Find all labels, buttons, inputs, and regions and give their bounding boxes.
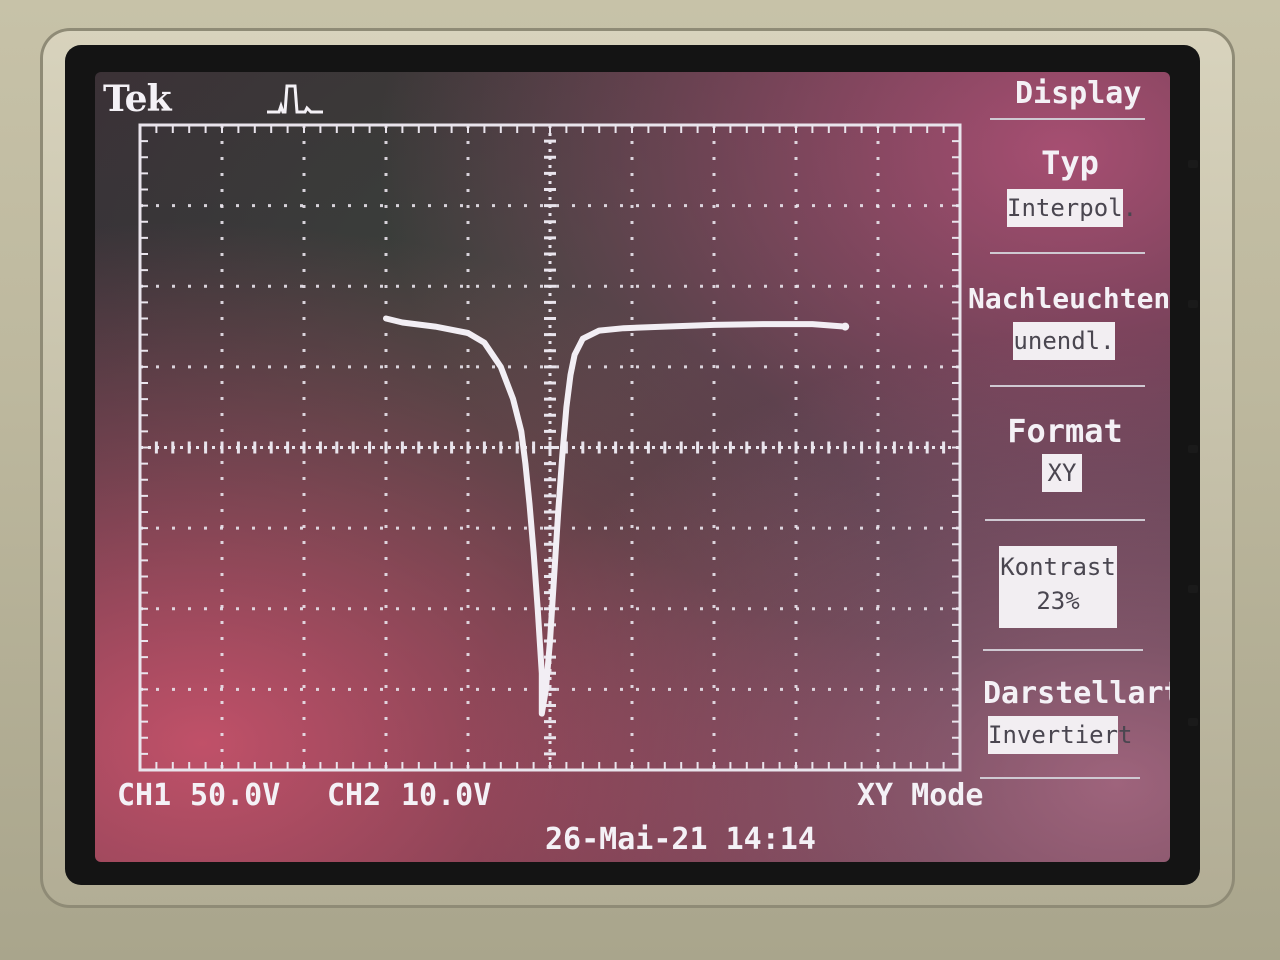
oscilloscope-screen: Tek Display Typ Interpol. Nachleuchten u… — [95, 72, 1170, 862]
menu-item-typ-value[interactable]: Interpol. — [1007, 189, 1137, 227]
softkey-2[interactable] — [1188, 300, 1198, 308]
timestamp: 26-Mai-21 14:14 — [545, 822, 816, 857]
softkey-4[interactable] — [1188, 585, 1198, 593]
menu-item-nachleuchten-value[interactable]: unendl. — [1013, 322, 1115, 360]
menu-divider — [980, 777, 1140, 779]
menu-divider — [983, 649, 1143, 651]
menu-item-format-label: Format — [1007, 412, 1123, 450]
brand-logo: Tek — [103, 78, 172, 120]
menu-divider — [985, 519, 1145, 521]
menu-item-nachleuchten-label: Nachleuchten — [968, 282, 1170, 315]
softkey-5[interactable] — [1188, 718, 1198, 726]
menu-divider — [990, 252, 1145, 254]
mode-indicator: XY Mode — [857, 778, 984, 813]
menu-divider — [990, 385, 1145, 387]
menu-item-format-value[interactable]: XY — [1042, 454, 1082, 492]
softkey-3[interactable] — [1188, 445, 1198, 453]
menu-item-darstellart-value[interactable]: Invertiert — [988, 716, 1133, 754]
trigger-status-icon — [267, 84, 323, 114]
ch2-label: CH2 — [327, 778, 382, 813]
ch1-label: CH1 — [117, 778, 172, 813]
ch2-scale: 10.0V — [401, 778, 492, 813]
menu-item-darstellart-label: Darstellart — [983, 676, 1170, 711]
waveform-display — [138, 123, 962, 772]
menu-item-kontrast-value: 23% — [1036, 587, 1080, 615]
menu-item-kontrast[interactable]: Kontrast 23% — [999, 546, 1117, 628]
softkey-1[interactable] — [1188, 160, 1198, 168]
menu-divider — [990, 118, 1145, 120]
menu-item-typ-label: Typ — [1041, 144, 1099, 182]
trace-end-marker — [841, 322, 850, 331]
menu-header: Display — [1015, 76, 1142, 111]
ch1-scale: 50.0V — [190, 778, 281, 813]
xy-trace — [383, 315, 849, 717]
menu-item-kontrast-label: Kontrast — [1000, 553, 1116, 581]
